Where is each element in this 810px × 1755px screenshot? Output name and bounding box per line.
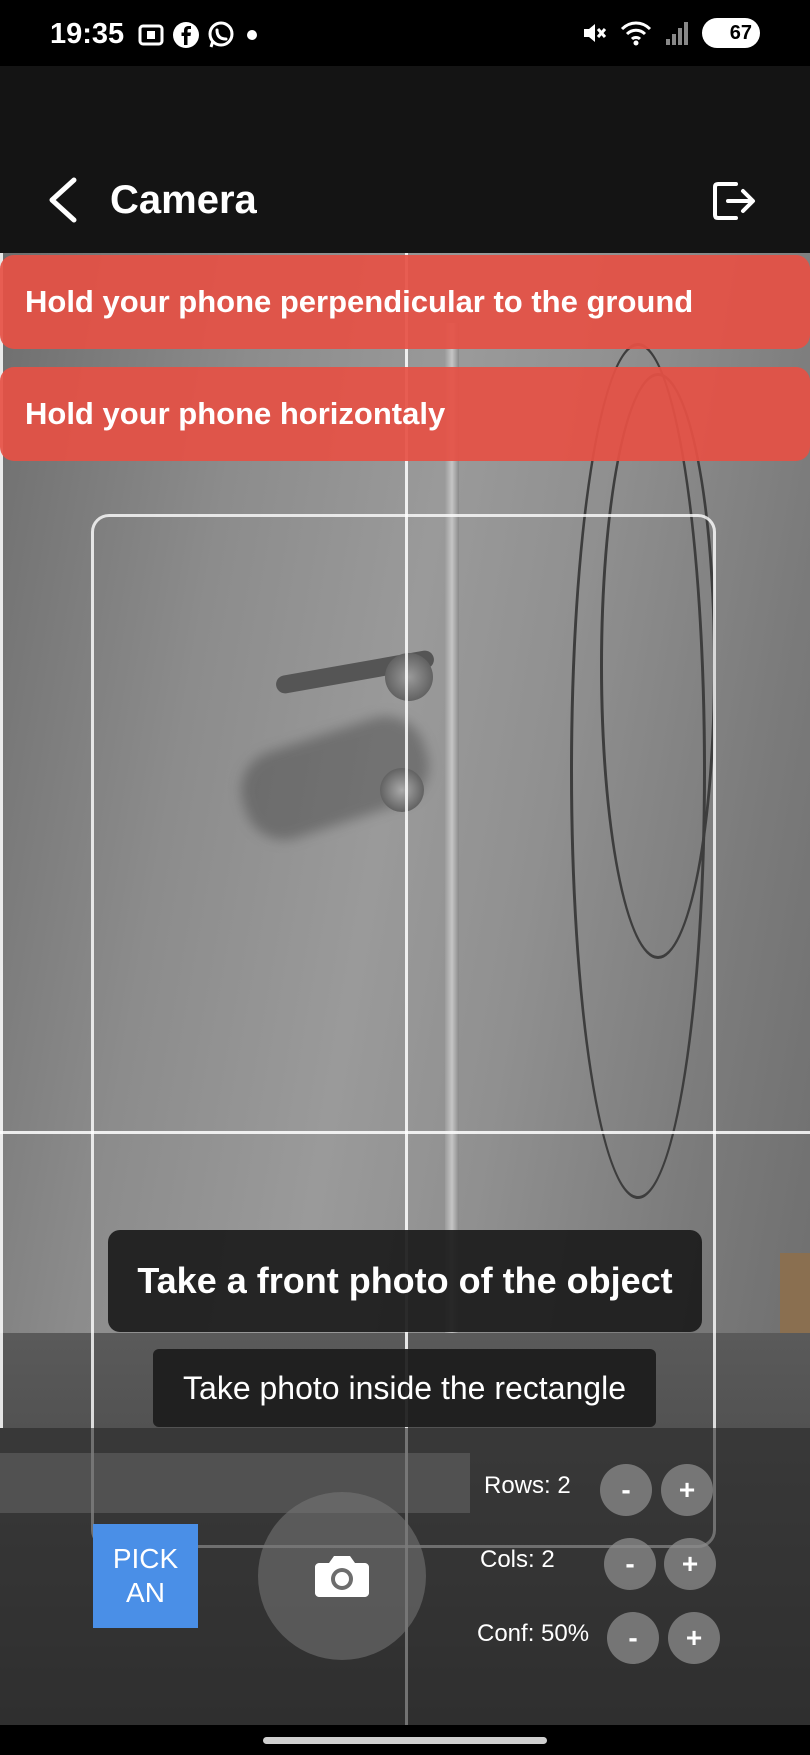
pick-button-label: PICK AN (113, 1542, 178, 1609)
rows-minus-button[interactable]: - (600, 1464, 652, 1516)
warning-text: Hold your phone horizontaly (25, 396, 446, 431)
status-time: 19:35 (50, 18, 125, 50)
instruction-sub: Take photo inside the rectangle (153, 1349, 656, 1427)
screenshot-icon (138, 24, 164, 46)
cols-minus-button[interactable]: - (604, 1538, 656, 1590)
facebook-icon (173, 22, 199, 48)
rows-label: Rows: 2 (484, 1472, 571, 1499)
instruction-main: Take a front photo of the object (108, 1230, 702, 1332)
instruction-main-text: Take a front photo of the object (137, 1260, 673, 1301)
cols-label: Cols: 2 (480, 1546, 555, 1573)
pick-label-line1: PICK (112, 1543, 179, 1575)
app-bar (0, 66, 810, 253)
status-left-icons (136, 20, 262, 50)
pick-label-line2: AN (126, 1577, 165, 1608)
warning-horizontal: Hold your phone horizontaly (0, 367, 810, 461)
camera-icon (315, 1556, 369, 1597)
instruction-sub-text: Take photo inside the rectangle (183, 1369, 626, 1406)
battery-indicator: 67 (702, 18, 760, 48)
wifi-icon (620, 21, 652, 46)
cols-plus-button[interactable]: + (664, 1538, 716, 1590)
mute-icon (584, 24, 607, 42)
rows-plus-button[interactable]: + (661, 1464, 713, 1516)
logout-icon (713, 182, 755, 220)
logout-button[interactable] (708, 176, 758, 226)
back-button[interactable] (42, 172, 86, 228)
conf-plus-button[interactable]: + (668, 1612, 720, 1664)
shutter-button[interactable] (258, 1492, 426, 1660)
page-title: Camera (110, 178, 257, 222)
chevron-left-icon (49, 177, 77, 223)
box-corner (780, 1253, 810, 1333)
warning-perpendicular: Hold your phone perpendicular to the gro… (0, 255, 810, 349)
warning-text: Hold your phone perpendicular to the gro… (25, 284, 694, 319)
status-right-icons: 67 (580, 18, 760, 48)
battery-level: 67 (729, 21, 752, 44)
dot-icon (247, 30, 257, 40)
status-bar: 19:35 67 (0, 0, 810, 66)
home-indicator[interactable] (263, 1737, 547, 1744)
conf-minus-button[interactable]: - (607, 1612, 659, 1664)
whatsapp-icon (208, 21, 234, 48)
signal-icon (666, 22, 688, 45)
conf-label: Conf: 50% (477, 1620, 590, 1647)
pick-button[interactable]: PICK AN (93, 1524, 198, 1628)
